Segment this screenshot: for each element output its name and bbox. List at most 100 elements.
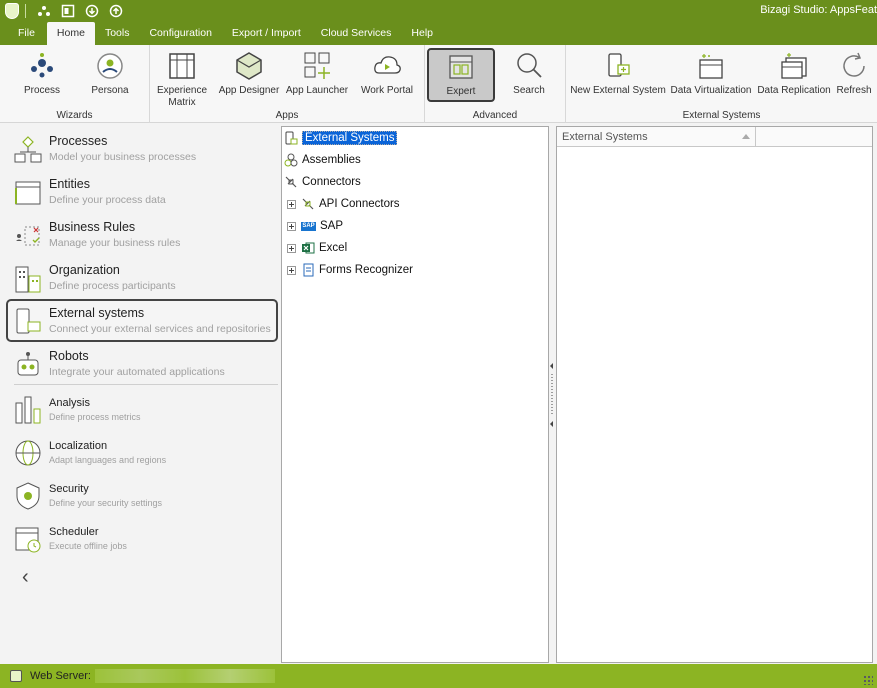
search-button[interactable]: Search (503, 49, 555, 97)
nav-item-description: Connect your external services and repos… (49, 323, 271, 335)
app-launcher-button[interactable]: App Launcher (284, 49, 350, 97)
ribbon: Process Persona Wizards Experience Matri… (0, 45, 877, 123)
tree-node-forms-recognizer[interactable]: Forms Recognizer (287, 261, 413, 279)
data-replication-icon (779, 51, 809, 81)
tab-tools[interactable]: Tools (95, 22, 140, 45)
external-systems-group-label: External Systems (682, 110, 761, 121)
nav-item-description: Adapt languages and regions (49, 455, 167, 465)
data-replication-button[interactable]: Data Replication (756, 49, 832, 97)
data-virtualization-button[interactable]: Data Virtualization (668, 49, 754, 97)
grid-column-label: External Systems (562, 131, 648, 143)
nav-item-title: Business Rules (49, 220, 136, 234)
tree-node-api-connectors[interactable]: API Connectors (287, 195, 400, 213)
tree-node-excel[interactable]: Excel (287, 239, 347, 257)
robots-icon (14, 350, 42, 380)
expand-toggle[interactable] (287, 221, 296, 231)
refresh-icon (839, 51, 869, 81)
refresh-button[interactable]: Refresh (834, 49, 874, 97)
resize-grip-icon[interactable] (863, 675, 873, 685)
app-designer-button[interactable]: App Designer (216, 49, 282, 97)
nav-item-description: Define process participants (49, 280, 176, 292)
expand-toggle[interactable] (287, 265, 296, 275)
nav-item-title: Localization (49, 440, 108, 452)
nav-item-external-systems[interactable]: External systems Connect your external s… (6, 299, 278, 342)
quick-access-share-icon[interactable] (37, 4, 51, 18)
expert-label: Expert (446, 86, 476, 97)
experience-matrix-icon (167, 51, 197, 81)
server-status-icon (10, 670, 22, 682)
localization-icon (14, 438, 42, 468)
process-button[interactable]: Process (18, 49, 66, 97)
nav-item-organization[interactable]: Organization Define process participants (10, 258, 276, 301)
quick-access-upload-icon[interactable] (109, 4, 123, 18)
nav-item-robots[interactable]: Robots Integrate your automated applicat… (10, 344, 276, 387)
tab-configuration[interactable]: Configuration (139, 22, 221, 45)
nav-item-title: Entities (49, 177, 90, 191)
tree-node-sap[interactable]: SAP SAP (287, 217, 343, 235)
nav-item-processes[interactable]: Processes Model your business processes (10, 129, 276, 172)
tab-export-import[interactable]: Export / Import (222, 22, 311, 45)
security-icon (14, 481, 42, 511)
experience-matrix-button[interactable]: Experience Matrix (156, 49, 208, 109)
left-navigation: Processes Model your business processes … (6, 127, 278, 662)
process-icon (27, 51, 57, 81)
nav-item-analysis[interactable]: Analysis Define process metrics (10, 389, 276, 432)
tree-node-assemblies[interactable]: Assemblies (284, 151, 361, 169)
tab-file[interactable]: File (0, 22, 47, 45)
analysis-icon (14, 395, 42, 425)
grid-header: External Systems (557, 127, 872, 147)
tree-node-label: Excel (319, 242, 348, 254)
ribbon-group-wizards: Process Persona Wizards (0, 45, 150, 123)
new-external-system-button[interactable]: New External System (570, 49, 666, 97)
persona-icon (95, 51, 125, 81)
business-rules-icon (14, 221, 42, 251)
nav-item-title: Security (49, 483, 89, 495)
tab-home[interactable]: Home (46, 22, 95, 45)
external-systems-node-icon (284, 131, 298, 145)
scheduler-icon (14, 524, 42, 554)
wizards-group-label: Wizards (56, 110, 93, 121)
tab-cloud-services[interactable]: Cloud Services (311, 22, 402, 45)
expand-toggle[interactable] (287, 243, 296, 253)
title-bar: Bizagi Studio: AppsFeat (0, 0, 877, 22)
data-virtualization-icon (696, 51, 726, 81)
quick-access-window-icon[interactable] (61, 4, 75, 18)
bizagi-logo-icon (5, 3, 19, 19)
nav-item-business-rules[interactable]: Business Rules Manage your business rule… (10, 215, 276, 258)
tree-node-label: External Systems (302, 131, 398, 145)
title-separator (25, 4, 26, 18)
nav-item-title: Scheduler (49, 526, 99, 538)
work-portal-button[interactable]: Work Portal (354, 49, 420, 97)
app-launcher-label: App Launcher (285, 85, 349, 96)
app-designer-label: App Designer (218, 85, 280, 96)
quick-access-download-icon[interactable] (85, 4, 99, 18)
nav-item-security[interactable]: Security Define your security settings (10, 475, 276, 518)
nav-item-localization[interactable]: Localization Adapt languages and regions (10, 432, 276, 475)
sort-ascending-icon (742, 134, 750, 139)
data-replication-label: Data Replication (757, 85, 831, 96)
persona-label: Persona (91, 85, 129, 96)
nav-item-description: Define your security settings (49, 498, 163, 508)
pane-splitter[interactable] (549, 126, 556, 663)
nav-item-title: External systems (49, 306, 145, 320)
processes-icon (14, 135, 42, 165)
collapse-pane-button[interactable]: ‹ (22, 567, 29, 587)
search-label: Search (513, 85, 545, 96)
data-virtualization-label: Data Virtualization (670, 85, 752, 96)
grid-column-header[interactable]: External Systems (557, 127, 756, 147)
external-systems-grid: External Systems (556, 126, 873, 663)
external-systems-icon (14, 307, 42, 337)
expert-button[interactable]: Expert (427, 48, 495, 102)
expand-toggle[interactable] (287, 199, 296, 209)
nav-item-scheduler[interactable]: Scheduler Execute offline jobs (10, 518, 276, 561)
tree-node-label: Forms Recognizer (319, 264, 413, 276)
tree-node-external-systems[interactable]: External Systems (284, 129, 398, 147)
persona-button[interactable]: Persona (86, 49, 134, 97)
tree-node-connectors[interactable]: Connectors (284, 173, 361, 191)
ribbon-group-external-systems: New External System Data Virtualization … (566, 45, 877, 123)
tab-help[interactable]: Help (401, 22, 443, 45)
nav-item-description: Define process metrics (49, 412, 141, 422)
nav-item-title: Organization (49, 263, 120, 277)
nav-item-entities[interactable]: Entities Define your process data (10, 172, 276, 215)
work-portal-label: Work Portal (360, 85, 414, 96)
